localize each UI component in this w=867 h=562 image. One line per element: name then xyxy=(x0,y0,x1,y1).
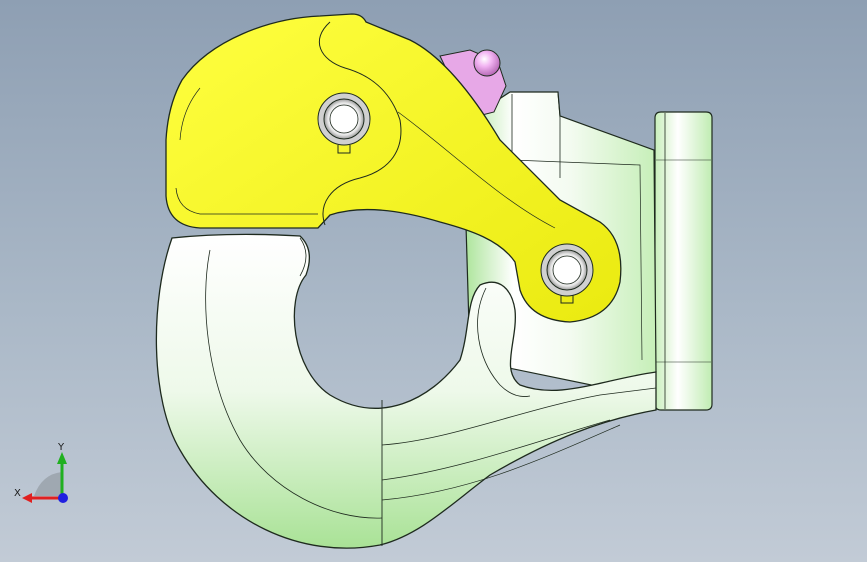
y-axis-label: Y xyxy=(57,442,65,453)
x-axis-arrowhead xyxy=(22,493,32,503)
lever-knob[interactable] xyxy=(473,49,501,77)
triad-plane-icon xyxy=(34,472,62,496)
hook-assembly-model[interactable] xyxy=(0,0,867,562)
mounting-flange[interactable] xyxy=(654,111,713,411)
y-axis-arrowhead xyxy=(57,452,67,464)
coordinate-triad: Y X xyxy=(14,442,68,503)
z-axis-dot xyxy=(58,493,68,503)
x-axis-label: X xyxy=(14,488,21,499)
graphics-viewport[interactable]: Y X xyxy=(0,0,867,562)
